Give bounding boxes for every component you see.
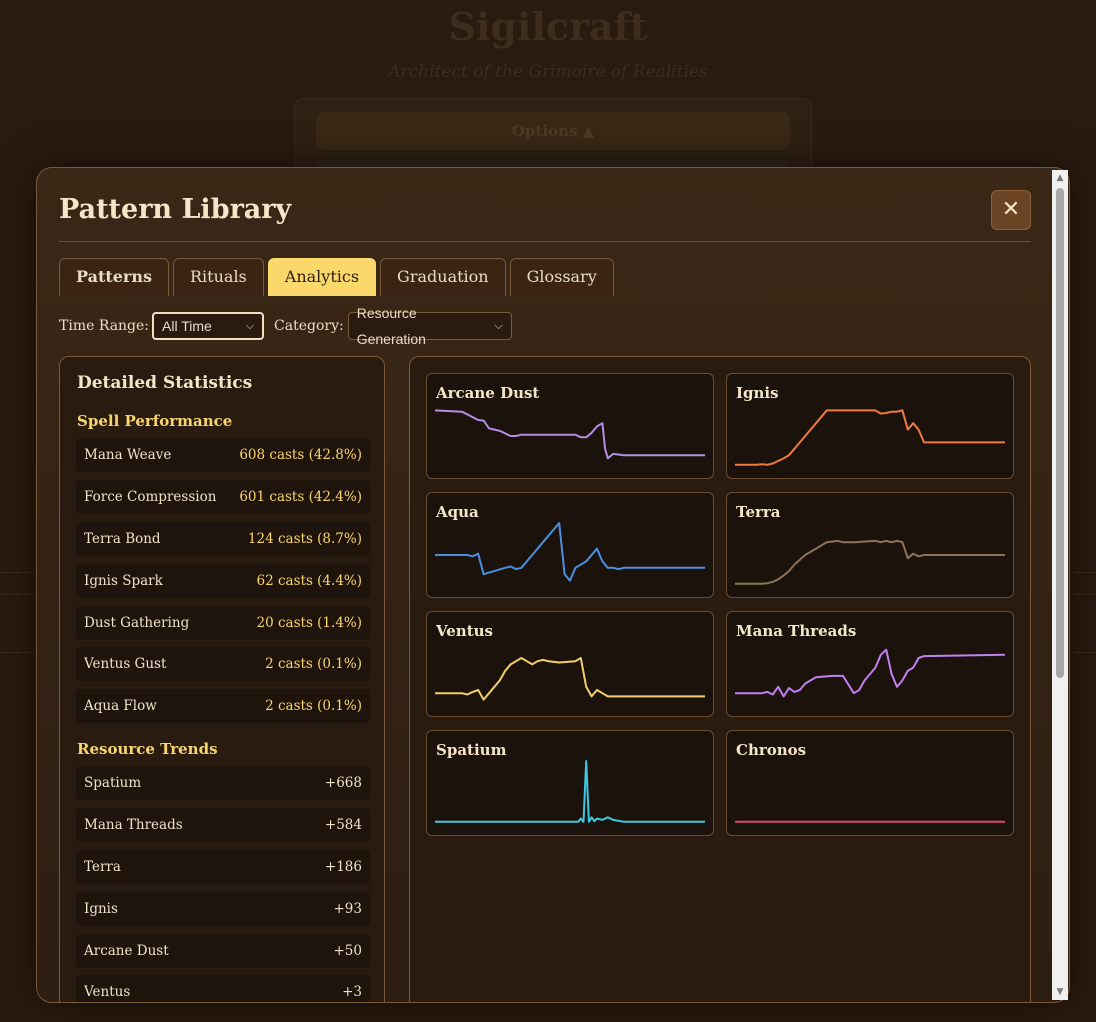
spell-row: Ventus Gust 2 casts (0.1%) [76, 647, 370, 681]
chart-card-ventus: Ventus [426, 611, 714, 717]
trend-value: +668 [324, 775, 362, 791]
chart-card-mana-threads: Mana Threads [726, 611, 1014, 717]
trend-row: Arcane Dust +50 [76, 934, 370, 968]
series-line [435, 522, 705, 582]
resource-charts-panel: Arcane Dust Ignis Aqua Terra Ventus Mana… [409, 356, 1031, 1002]
trend-name: Terra [84, 859, 121, 875]
sparkline-aqua [435, 522, 705, 582]
time-range-select[interactable]: All Time ⌵ [152, 312, 265, 340]
spell-value: 608 casts (42.8%) [239, 447, 362, 463]
time-range-label: Time Range: [59, 318, 150, 334]
tab-graduation[interactable]: Graduation [380, 258, 506, 296]
trend-row: Spatium +668 [76, 766, 370, 800]
series-line [735, 539, 1005, 585]
options-toggle-button[interactable]: Options ▲ [316, 112, 790, 150]
spell-value: 2 casts (0.1%) [265, 656, 362, 672]
trend-name: Arcane Dust [84, 943, 169, 959]
tab-patterns[interactable]: Patterns [59, 258, 169, 296]
tab-bar: Patterns Rituals Analytics Graduation Gl… [59, 258, 614, 296]
chart-card-aqua: Aqua [426, 492, 714, 598]
trend-name: Mana Threads [84, 817, 183, 833]
tab-analytics[interactable]: Analytics [267, 258, 377, 296]
close-icon: ✕ [1001, 197, 1021, 222]
trend-value: +584 [324, 817, 362, 833]
filter-bar: Time Range: All Time ⌵ Category: Resourc… [59, 305, 512, 347]
background-title: Sigilcraft [448, 4, 648, 49]
spell-value: 20 casts (1.4%) [256, 615, 362, 631]
sparkline-arcane-dust [435, 409, 705, 460]
spell-name: Aqua Flow [84, 698, 157, 714]
sparkline-terra [735, 539, 1005, 585]
tab-rituals[interactable]: Rituals [173, 258, 264, 296]
spell-row: Terra Bond 124 casts (8.7%) [76, 522, 370, 556]
scrollbar-thumb[interactable] [1056, 188, 1064, 678]
spell-value: 62 casts (4.4%) [256, 573, 362, 589]
trend-row: Mana Threads +584 [76, 808, 370, 842]
chart-card-arcane-dust: Arcane Dust [426, 373, 714, 479]
trend-value: +50 [333, 943, 363, 959]
series-line [735, 648, 1005, 698]
pattern-library-modal: Pattern Library ✕ Patterns Rituals Analy… [36, 167, 1070, 1003]
chart-card-ignis: Ignis [726, 373, 1014, 479]
series-line [435, 409, 705, 460]
series-line [435, 657, 705, 701]
category-label: Category: [274, 318, 344, 334]
sparkline-spatium [435, 760, 705, 823]
spell-performance-title: Spell Performance [77, 412, 233, 430]
stats-heading: Detailed Statistics [77, 373, 253, 393]
series-line [735, 409, 1005, 466]
spell-value: 2 casts (0.1%) [265, 698, 362, 714]
tab-glossary[interactable]: Glossary [509, 258, 614, 296]
spell-row: Ignis Spark 62 casts (4.4%) [76, 564, 370, 598]
close-button[interactable]: ✕ [991, 190, 1031, 230]
spell-row: Force Compression 601 casts (42.4%) [76, 480, 370, 514]
spell-name: Terra Bond [84, 531, 161, 547]
spell-value: 124 casts (8.7%) [247, 531, 362, 547]
chevron-down-icon: ⌵ [245, 320, 255, 332]
trend-name: Ignis [84, 901, 118, 917]
background-subtitle: Architect of the Grimoire of Realities [388, 62, 708, 82]
spell-name: Dust Gathering [84, 615, 190, 631]
trend-row: Terra +186 [76, 850, 370, 884]
spell-name: Ignis Spark [84, 573, 163, 589]
chart-card-spatium: Spatium [426, 730, 714, 836]
resource-trends-title: Resource Trends [77, 740, 218, 758]
spell-value: 601 casts (42.4%) [239, 489, 362, 505]
detailed-statistics-panel: Detailed Statistics Spell Performance Ma… [59, 356, 385, 1002]
trend-value: +93 [333, 901, 363, 917]
scroll-up-icon[interactable]: ▲ [1052, 170, 1068, 186]
spell-row: Mana Weave 608 casts (42.8%) [76, 438, 370, 472]
modal-scrollbar[interactable]: ▲ ▼ [1052, 170, 1068, 1000]
spell-row: Aqua Flow 2 casts (0.1%) [76, 689, 370, 723]
trend-value: +186 [324, 859, 362, 875]
spell-name: Mana Weave [84, 447, 172, 463]
spell-row: Dust Gathering 20 casts (1.4%) [76, 606, 370, 640]
sparkline-ignis [735, 409, 1005, 466]
series-line [435, 760, 705, 823]
trend-value: +3 [342, 984, 362, 1000]
spell-name: Ventus Gust [84, 656, 167, 672]
title-divider [59, 241, 1031, 242]
trend-name: Spatium [84, 775, 142, 791]
sparkline-mana-threads [735, 648, 1005, 698]
trend-row: Ventus +3 [76, 975, 370, 1002]
chevron-down-icon: ⌵ [494, 320, 503, 332]
scroll-down-icon[interactable]: ▼ [1052, 984, 1068, 1000]
sparkline-ventus [435, 657, 705, 701]
sparkline-chronos [735, 820, 1005, 823]
time-range-value: All Time [162, 318, 212, 334]
category-value: Resource Generation [356, 305, 426, 347]
trend-name: Ventus [84, 984, 131, 1000]
category-select[interactable]: Resource Generation ⌵ [347, 305, 512, 347]
spell-name: Force Compression [84, 489, 217, 505]
trend-row: Ignis +93 [76, 892, 370, 926]
chart-card-terra: Terra [726, 492, 1014, 598]
chart-card-chronos: Chronos [726, 730, 1014, 836]
modal-title: Pattern Library [59, 194, 292, 225]
